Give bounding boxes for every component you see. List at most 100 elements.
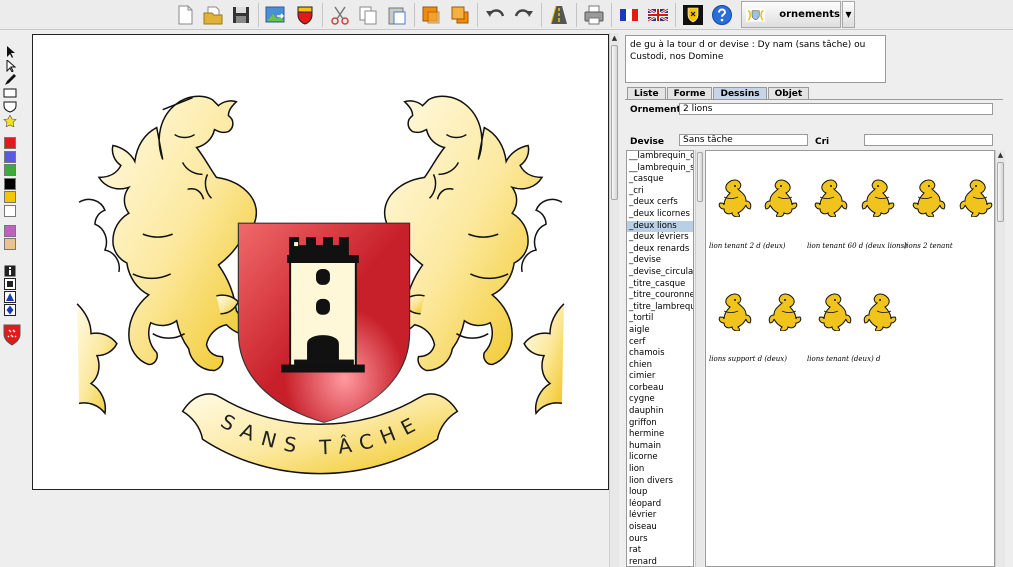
list-item[interactable]: chien [627,360,693,372]
node-arrow-icon[interactable] [3,60,17,72]
list-item[interactable]: _tortil [627,313,693,325]
shield-icon[interactable] [292,2,318,28]
list-item[interactable]: humain [627,441,693,453]
diamond-icon[interactable] [4,304,16,316]
lion-thumbnail[interactable] [766,291,806,332]
lion-thumbnail[interactable] [714,177,754,218]
cri-field[interactable] [864,134,993,146]
list-item[interactable]: _deux licornes [627,209,693,221]
list-item[interactable]: griffon [627,418,693,430]
list-item[interactable]: _titre_couronne [627,290,693,302]
lion-thumbnail[interactable] [714,291,754,332]
lion-thumbnail[interactable] [957,177,997,218]
scrollbar-thumb[interactable] [611,45,618,200]
list-item[interactable]: lion [627,464,693,476]
layer-icon[interactable] [4,278,16,290]
uk-flag-icon[interactable] [645,2,671,28]
color-swatch-white[interactable] [4,205,16,217]
list-item[interactable]: lévrier [627,510,693,522]
list-item[interactable]: oiseau [627,522,693,534]
list-item[interactable]: corbeau [627,383,693,395]
bring-forward-icon[interactable] [418,2,444,28]
list-item[interactable]: ours [627,534,693,546]
color-swatch-blue[interactable] [4,151,16,163]
lion-thumbnail[interactable] [908,177,948,218]
blazon-description[interactable]: de gu à la tour d or devise : Dy nam (sa… [625,35,886,83]
coat-of-arms-icon[interactable] [680,2,706,28]
grid-scrollbar[interactable]: ▲ [995,150,1005,567]
scroll-up-icon[interactable]: ▲ [610,33,619,43]
list-item[interactable]: _deux lions [627,220,693,233]
devise-field[interactable]: Sans tâche [679,134,808,146]
lion-thumbnail[interactable] [861,291,901,332]
list-item[interactable]: _deux renards [627,244,693,256]
help-icon[interactable] [709,2,735,28]
list-item[interactable]: _deux cerfs [627,197,693,209]
triangle-icon[interactable] [4,291,16,303]
ornements-label: Ornements [630,105,687,115]
open-folder-icon[interactable] [200,2,226,28]
french-flag-icon[interactable] [616,2,642,28]
redo-icon[interactable] [511,2,537,28]
list-item[interactable]: renard [627,557,693,566]
new-document-icon[interactable] [172,2,198,28]
list-item[interactable]: __lambrequin_sc [627,163,693,175]
list-item[interactable]: lion divers [627,476,693,488]
color-swatch-green[interactable] [4,164,16,176]
list-item[interactable]: rat [627,545,693,557]
ornaments-dropdown-arrow[interactable]: ▼ [842,1,855,28]
list-item[interactable]: cygne [627,394,693,406]
list-item[interactable]: _casque [627,174,693,186]
list-item[interactable]: aigle [627,325,693,337]
undo-icon[interactable] [482,2,508,28]
list-item[interactable]: _titre_lambrequin [627,302,693,314]
info-icon[interactable] [4,265,16,277]
list-item[interactable]: _titre_casque [627,279,693,291]
list-item[interactable]: hermine [627,429,693,441]
list-item[interactable]: licorne [627,452,693,464]
list-scrollbar[interactable] [695,150,704,567]
color-swatch-flesh[interactable] [4,238,16,250]
list-scrollbar-thumb[interactable] [697,152,703,202]
list-item[interactable]: cimier [627,371,693,383]
drawing-canvas[interactable]: SANS TÂCHE [32,34,609,490]
list-item[interactable]: dauphin [627,406,693,418]
select-arrow-icon[interactable] [3,46,17,58]
arms-preview-icon[interactable] [3,324,21,346]
copy-icon[interactable] [355,2,381,28]
send-backward-icon[interactable] [447,2,473,28]
lion-thumbnail[interactable] [814,291,854,332]
export-image-icon[interactable] [262,2,288,28]
color-swatch-gold[interactable] [4,191,16,203]
shield-shape-icon[interactable] [3,101,17,113]
cut-icon[interactable] [327,2,353,28]
list-item[interactable]: cerf [627,337,693,349]
save-icon[interactable] [228,2,254,28]
road-icon[interactable] [546,2,572,28]
star-icon[interactable] [3,115,17,127]
grid-scroll-up-icon[interactable]: ▲ [996,150,1005,160]
color-swatch-purple[interactable] [4,225,16,237]
lion-thumbnail[interactable] [762,177,802,218]
list-item[interactable]: __lambrequin_c [627,151,693,163]
rectangle-tool-icon[interactable] [3,88,17,98]
list-item[interactable]: chamois [627,348,693,360]
paste-icon[interactable] [384,2,410,28]
print-icon[interactable] [581,2,607,28]
list-item[interactable]: _devise_circulaire [627,267,693,279]
list-item[interactable]: _deux lévriers [627,232,693,244]
pen-icon[interactable] [3,74,17,86]
ornements-field[interactable]: 2 lions [679,103,993,115]
lion-thumbnail[interactable] [859,177,899,218]
list-item[interactable]: léopard [627,499,693,511]
lion-thumbnail[interactable] [810,177,850,218]
grid-scrollbar-thumb[interactable] [997,162,1004,222]
canvas-scrollbar[interactable]: ▲ [609,33,619,567]
list-item[interactable]: _cri [627,186,693,198]
list-item[interactable]: loup [627,487,693,499]
devise-label: Devise [630,137,664,147]
color-swatch-black[interactable] [4,178,16,190]
color-swatch-red[interactable] [4,137,16,149]
list-item[interactable]: _devise [627,255,693,267]
ornaments-button[interactable]: ornements [741,1,841,28]
